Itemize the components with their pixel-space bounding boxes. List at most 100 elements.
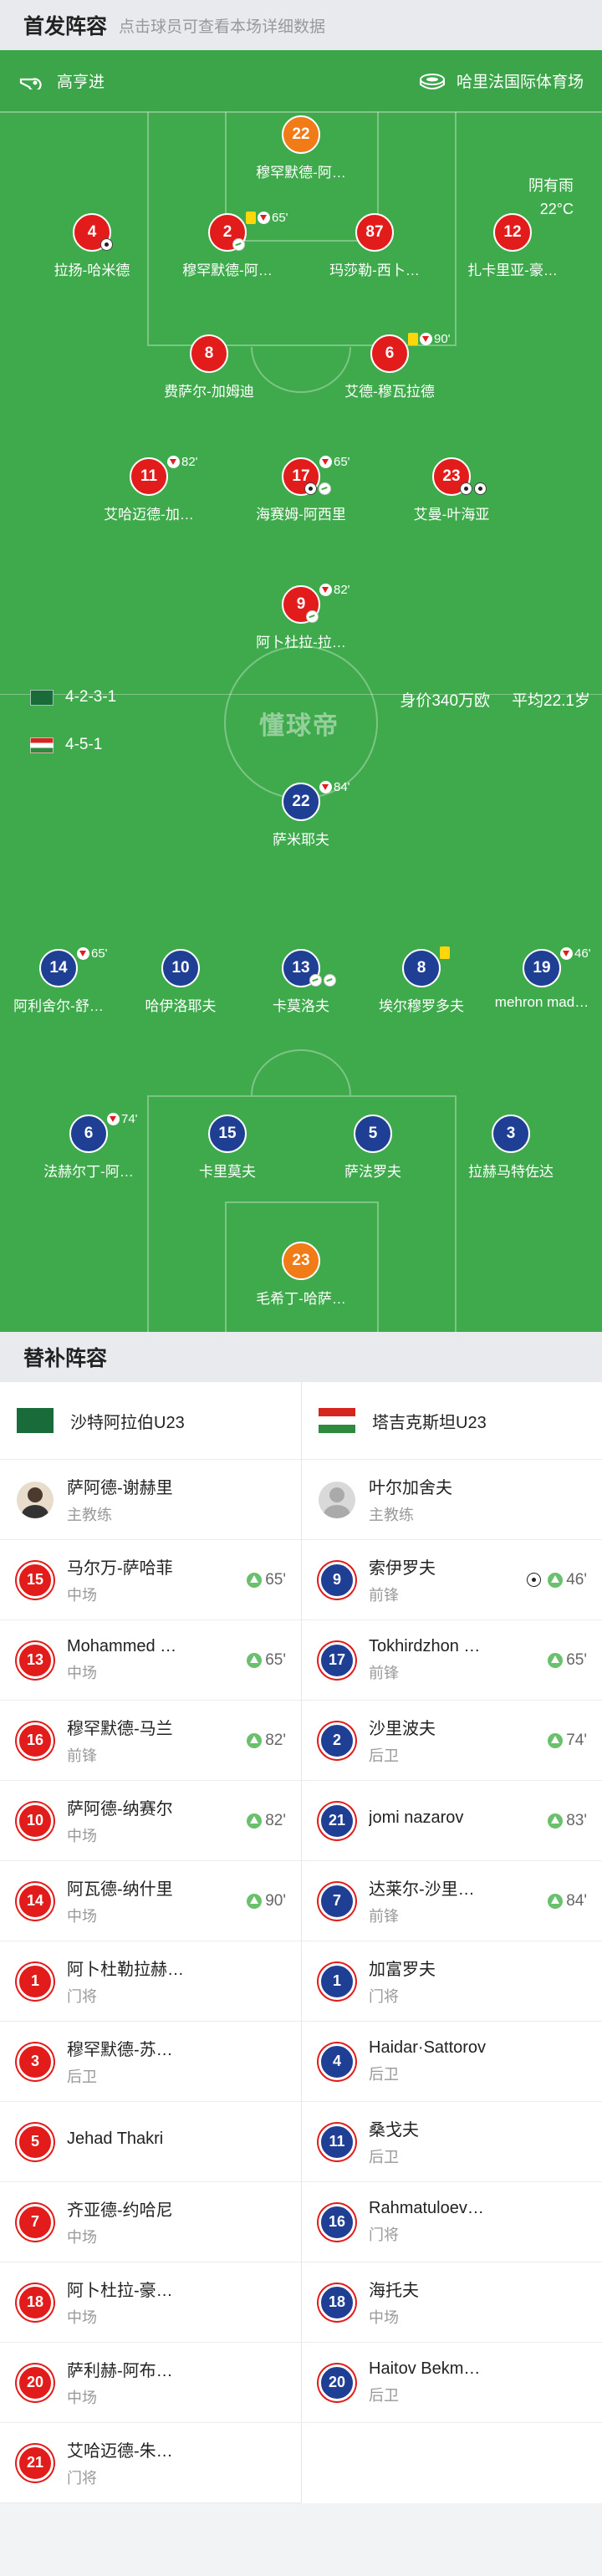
sub-player-row[interactable]: 9 索伊罗夫 前锋 46' bbox=[302, 1540, 602, 1620]
sub-on-icon bbox=[548, 1572, 564, 1588]
away-formation-row: 4-5-1 bbox=[30, 736, 102, 754]
sub-off-icon bbox=[420, 333, 432, 345]
sub-player-row[interactable]: 18 海托夫 中场 bbox=[302, 2262, 602, 2343]
sub-player-name: jomi nazarov bbox=[369, 1808, 464, 1827]
player-number: 22 bbox=[282, 115, 320, 154]
sub-player-number: 11 bbox=[319, 2123, 355, 2160]
sub-player-row[interactable]: 4 Haidar·Sattorov 后卫 bbox=[302, 2022, 602, 2102]
sub-player-row[interactable]: 5 Jehad Thakri bbox=[0, 2102, 301, 2182]
sub-player-number: 15 bbox=[17, 1561, 54, 1599]
home-player-17[interactable]: 17 65' 海赛姆-阿西里 bbox=[238, 455, 364, 524]
goal-icon bbox=[304, 482, 317, 495]
away-player-8[interactable]: 8 埃尔穆罗多夫 bbox=[359, 946, 484, 1016]
sub-player-position: 后卫 bbox=[369, 2387, 399, 2404]
sub-player-row[interactable]: 1 加富罗夫 门将 bbox=[302, 1941, 602, 2022]
home-player-2[interactable]: 2 65' 穆罕默德-阿… bbox=[165, 211, 290, 280]
player-name: 埃尔穆罗多夫 bbox=[379, 998, 464, 1014]
assist-icon bbox=[324, 974, 336, 987]
subs-header: 替补阵容 bbox=[0, 1332, 602, 1382]
sub-off-icon bbox=[107, 1113, 120, 1125]
away-coach-row[interactable]: 叶尔加舍夫 主教练 bbox=[302, 1460, 602, 1540]
away-player-10[interactable]: 10 哈伊洛耶夫 bbox=[118, 949, 243, 1016]
goal-icon bbox=[474, 482, 487, 495]
sub-player-number: 4 bbox=[319, 2043, 355, 2080]
away-player-5[interactable]: 5 萨法罗夫 bbox=[310, 1115, 436, 1181]
sub-player-row[interactable]: 20 萨利赫-阿布… 中场 bbox=[0, 2343, 301, 2423]
player-name: 卡里莫夫 bbox=[199, 1164, 256, 1180]
sub-off-icon bbox=[258, 212, 270, 224]
sub-player-row[interactable]: 16 穆罕默德-马兰 前锋 82' bbox=[0, 1701, 301, 1781]
sub-player-row[interactable]: 3 穆罕默德-苏… 后卫 bbox=[0, 2022, 301, 2102]
sub-player-name: 桑戈夫 bbox=[369, 2121, 419, 2140]
sub-player-row[interactable]: 7 齐亚德-约哈尼 中场 bbox=[0, 2182, 301, 2262]
sub-player-number: 10 bbox=[17, 1802, 54, 1839]
sub-player-row[interactable]: 1 阿卜杜勒拉赫… 门将 bbox=[0, 1941, 301, 2022]
sub-player-row[interactable]: 18 阿卜杜拉-豪… 中场 bbox=[0, 2262, 301, 2343]
sub-player-row[interactable]: 14 阿瓦德-纳什里 中场 90' bbox=[0, 1861, 301, 1941]
sub-player-number: 16 bbox=[17, 1722, 54, 1759]
sub-off-icon bbox=[560, 947, 573, 960]
sub-player-row[interactable]: 20 Haitov Bekm… 后卫 bbox=[302, 2343, 602, 2423]
home-player-9[interactable]: 9 82' 阿卜杜拉-拉… bbox=[238, 583, 364, 652]
home-team-name: 沙特阿拉伯U23 bbox=[70, 1413, 185, 1432]
sub-player-row[interactable]: 15 马尔万-萨哈菲 中场 65' bbox=[0, 1540, 301, 1620]
home-player-23[interactable]: 23 艾曼-叶海亚 bbox=[389, 457, 514, 524]
subs-panel: 沙特阿拉伯U23 萨阿德-谢赫里 主教练 15 马尔万-萨哈菲 中场 65' 13 Moh… bbox=[0, 1382, 602, 2503]
sub-player-position: 后卫 bbox=[369, 2066, 399, 2083]
player-name: 费萨尔-加姆迪 bbox=[164, 384, 254, 400]
assist-icon bbox=[309, 974, 322, 987]
event-time: 65' bbox=[334, 455, 350, 469]
player-number: 8 bbox=[402, 949, 441, 987]
assist-icon bbox=[232, 238, 245, 251]
sub-off-icon bbox=[319, 781, 332, 793]
home-player-4[interactable]: 4 拉扬-哈米德 bbox=[29, 213, 155, 280]
saudi-flag-icon bbox=[30, 689, 54, 706]
coach-role: 主教练 bbox=[369, 1507, 414, 1523]
sub-on-time: 65' bbox=[566, 1650, 587, 1669]
sub-player-position: 后卫 bbox=[67, 2068, 97, 2085]
away-player-15[interactable]: 15 卡里莫夫 bbox=[165, 1115, 290, 1181]
home-coach-row[interactable]: 萨阿德-谢赫里 主教练 bbox=[0, 1460, 301, 1540]
home-player-6[interactable]: 6 90' 艾德-穆瓦拉德 bbox=[327, 332, 452, 401]
sub-player-name: 艾哈迈德-朱… bbox=[67, 2442, 173, 2461]
sub-player-row[interactable]: 21 艾哈迈德-朱… 门将 bbox=[0, 2423, 301, 2503]
home-player-11[interactable]: 11 82' 艾哈迈德-加… bbox=[86, 455, 212, 524]
player-number: 6 bbox=[69, 1115, 108, 1153]
home-team-stats: 身价340万欧 平均22.1岁 bbox=[400, 688, 590, 711]
sub-player-row[interactable]: 10 萨阿德-纳赛尔 中场 82' bbox=[0, 1781, 301, 1861]
away-player-23[interactable]: 23 毛希丁-哈萨… bbox=[238, 1242, 364, 1308]
home-player-12[interactable]: 12 扎卡里亚-豪… bbox=[450, 213, 575, 280]
sub-player-row[interactable]: 13 Mohammed … 中场 65' bbox=[0, 1620, 301, 1701]
lineup-header: 首发阵容 点击球员可查看本场详细数据 bbox=[0, 0, 602, 50]
home-player-8[interactable]: 8 费萨尔-加姆迪 bbox=[146, 334, 272, 401]
away-player-19[interactable]: 19 46' mehron mad… bbox=[479, 946, 602, 1016]
sub-player-row[interactable]: 17 Tokhirdzhon … 前锋 65' bbox=[302, 1620, 602, 1701]
player-name: 阿利舍尔-舒… bbox=[13, 998, 104, 1014]
sub-player-name: Haitov Bekm… bbox=[369, 2359, 481, 2378]
sub-player-number: 20 bbox=[17, 2364, 54, 2401]
sub-player-row[interactable]: 11 桑戈夫 后卫 bbox=[302, 2102, 602, 2182]
yellow-card-icon bbox=[246, 212, 256, 224]
home-player-87[interactable]: 87 玛莎勒-西卜… bbox=[312, 213, 437, 280]
player-name: 艾哈迈德-加… bbox=[104, 507, 194, 523]
sub-player-row[interactable]: 2 沙里波夫 后卫 74' bbox=[302, 1701, 602, 1781]
player-number: 6 bbox=[370, 334, 409, 373]
away-player-14[interactable]: 14 65' 阿利舍尔-舒… bbox=[0, 946, 121, 1016]
sub-player-row[interactable]: 16 Rahmatuloev… 门将 bbox=[302, 2182, 602, 2262]
home-player-22[interactable]: 22 穆罕默德-阿… bbox=[238, 115, 364, 182]
sub-player-number: 2 bbox=[319, 1722, 355, 1759]
sub-player-number: 5 bbox=[17, 2123, 54, 2160]
sub-player-name: 齐亚德-约哈尼 bbox=[67, 2201, 173, 2220]
referee: 高亨进 bbox=[18, 69, 105, 92]
sub-player-row[interactable]: 7 达莱尔-沙里… 前锋 84' bbox=[302, 1861, 602, 1941]
away-player-22[interactable]: 22 84' 萨米耶夫 bbox=[238, 780, 364, 849]
away-player-3[interactable]: 3 拉赫马特佐达 bbox=[448, 1115, 574, 1181]
sub-player-row[interactable]: 21 jomi nazarov 83' bbox=[302, 1781, 602, 1861]
home-formation: 4-2-3-1 bbox=[65, 688, 117, 706]
away-player-13[interactable]: 13 卡莫洛夫 bbox=[238, 949, 364, 1016]
away-player-6[interactable]: 6 74' 法赫尔丁-阿… bbox=[26, 1112, 151, 1181]
player-number: 12 bbox=[493, 213, 532, 252]
player-name: 艾德-穆瓦拉德 bbox=[344, 384, 435, 400]
player-name: mehron mad… bbox=[494, 994, 589, 1010]
stadium-icon bbox=[419, 73, 445, 89]
